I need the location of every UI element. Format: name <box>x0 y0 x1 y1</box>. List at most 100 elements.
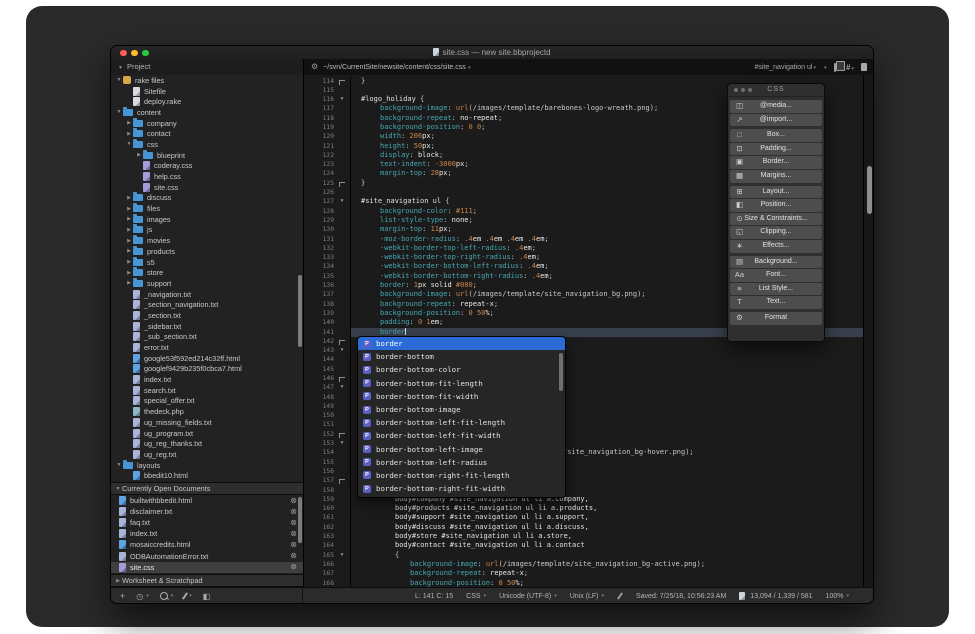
palette-button-background[interactable]: ▤Background... <box>730 256 822 269</box>
fold-open-icon[interactable]: ▼ <box>340 551 343 560</box>
autocomplete-item-border-bottom-right-fit-length[interactable]: Pborder-bottom-right-fit-length <box>358 469 565 482</box>
worksheet-header[interactable]: ▶Worksheet & Scratchpad <box>111 574 303 587</box>
fold-open-icon[interactable]: ▼ <box>340 439 343 448</box>
disclosure-triangle-icon[interactable]: ▶ <box>125 270 133 276</box>
disclosure-triangle-icon[interactable]: ▶ <box>135 152 143 158</box>
disclosure-triangle-icon[interactable]: ▶ <box>125 120 133 126</box>
disclosure-triangle-icon[interactable]: ▶ <box>114 578 122 584</box>
tree-item-ug-program-txt[interactable]: ug_program.txt <box>111 428 303 439</box>
counterparts-menu[interactable]: ▾ <box>834 64 840 71</box>
tree-item-files[interactable]: ▶files <box>111 203 303 214</box>
tree-item-site-css[interactable]: site.css <box>111 182 303 193</box>
tree-item-contact[interactable]: ▶contact <box>111 128 303 139</box>
tree-item-movies[interactable]: ▶movies <box>111 235 303 246</box>
tree-item-discuss[interactable]: ▶discuss <box>111 193 303 204</box>
tree-item-rake-files[interactable]: ▼rake files <box>111 75 303 86</box>
code-line-168[interactable]: 168background-position: 0 50%; <box>304 579 874 587</box>
tree-item-layouts[interactable]: ▼layouts <box>111 460 303 471</box>
palette-window-controls[interactable] <box>734 88 752 92</box>
open-document-disclaimer-txt[interactable]: disclaimer.txt⊗ <box>111 506 303 517</box>
code-line-162[interactable]: 162body#discuss #site_navigation ul li a… <box>304 523 874 532</box>
open-documents-header[interactable]: ▼Currently Open Documents <box>111 482 303 495</box>
palette-button-media[interactable]: ◫@media... <box>730 100 822 113</box>
fold-open-icon[interactable]: ▼ <box>340 383 343 392</box>
disclosure-triangle-icon[interactable]: ▼ <box>115 109 123 115</box>
open-document-builtwithbbedit-html[interactable]: builtwithbbedit.html⊗ <box>111 495 303 506</box>
tree-item-sub-section-txt[interactable]: _sub_section.txt <box>111 332 303 343</box>
search-menu[interactable]: ▾ <box>160 592 174 600</box>
encoding-menu[interactable]: Unicode (UTF-8)▾ <box>499 593 557 600</box>
autocomplete-scrollbar[interactable] <box>559 353 563 391</box>
autocomplete-item-border-bottom-color[interactable]: Pborder-bottom-color <box>358 363 565 376</box>
tree-item-ug-reg-txt[interactable]: ug_reg.txt <box>111 449 303 460</box>
markers-menu[interactable]: ▾ <box>184 592 192 600</box>
disclosure-triangle-icon[interactable]: ▶ <box>125 206 133 212</box>
tree-item-thedeck-php[interactable]: thedeck.php <box>111 406 303 417</box>
palette-button-import[interactable]: ↗@import... <box>730 114 822 127</box>
close-document-icon[interactable]: ⊗ <box>290 552 297 560</box>
code-line-163[interactable]: 163body#store #site_navigation ul li a.s… <box>304 532 874 541</box>
tree-item-support[interactable]: ▶support <box>111 278 303 289</box>
autocomplete-item-border-bottom-image[interactable]: Pborder-bottom-image <box>358 403 565 416</box>
includes-menu[interactable]: #▾ <box>846 63 854 72</box>
palette-button-font[interactable]: AaFont... <box>730 269 822 282</box>
fold-open-icon[interactable]: ▼ <box>340 95 343 104</box>
new-document-icon[interactable] <box>861 63 867 71</box>
tree-item-google53f592ed214c32ff-html[interactable]: google53f592ed214c32ff.html <box>111 353 303 364</box>
palette-button-margins[interactable]: ▦Margins... <box>730 170 822 183</box>
autocomplete-item-border-bottom-fit-width[interactable]: Pborder-bottom-fit-width <box>358 390 565 403</box>
palette-button-list-style[interactable]: ≡List Style... <box>730 283 822 296</box>
current-symbol-menu[interactable]: #site_navigation ul▾ <box>754 64 816 71</box>
tree-item-navigation-txt[interactable]: _navigation.txt <box>111 289 303 300</box>
disclosure-triangle-icon[interactable]: ▼ <box>125 141 133 147</box>
autocomplete-item-border-bottom-left-image[interactable]: Pborder-bottom-left-image <box>358 443 565 456</box>
tree-item-blueprint[interactable]: ▶blueprint <box>111 150 303 161</box>
disclosure-triangle-icon[interactable]: ▼ <box>118 65 123 71</box>
tree-item-error-txt[interactable]: error.txt <box>111 342 303 353</box>
code-line-161[interactable]: 161body#support #site_navigation ul li a… <box>304 513 874 522</box>
editor-scrollbar-track[interactable] <box>863 75 874 587</box>
sidebar-toggle[interactable]: ◧ <box>203 592 211 601</box>
project-header[interactable]: ▼Project <box>111 59 304 75</box>
autocomplete-item-border[interactable]: Pborder <box>358 337 565 350</box>
fold-open-icon[interactable]: ▼ <box>340 346 343 355</box>
palette-title-bar[interactable]: CSS <box>728 84 824 97</box>
disclosure-triangle-icon[interactable]: ▶ <box>125 227 133 233</box>
autocomplete-item-border-bottom[interactable]: Pborder-bottom <box>358 350 565 363</box>
tree-item-deploy-rake[interactable]: deploy.rake <box>111 96 303 107</box>
open-document-index-txt[interactable]: index.txt⊗ <box>111 528 303 539</box>
open-document-odbautomationerror-txt[interactable]: ODBAutomationError.txt⊗ <box>111 550 303 561</box>
language-menu[interactable]: CSS▾ <box>466 593 486 600</box>
close-document-icon[interactable]: ⊗ <box>290 541 297 549</box>
open-document-site-css[interactable]: site.css⊗ <box>111 562 303 573</box>
palette-button-text[interactable]: TText... <box>730 296 822 309</box>
tree-item-section-navigation-txt[interactable]: _section_navigation.txt <box>111 299 303 310</box>
tree-item-special-offer-txt[interactable]: special_offer.txt <box>111 396 303 407</box>
palette-button-format[interactable]: ⚙Format <box>730 312 822 325</box>
palette-button-padding[interactable]: ⊡Padding... <box>730 143 822 156</box>
tree-item-ug-reg-thanks-txt[interactable]: ug_reg_thanks.txt <box>111 438 303 449</box>
add-button[interactable]: + <box>120 592 125 601</box>
disclosure-triangle-icon[interactable]: ▶ <box>125 248 133 254</box>
palette-button-box[interactable]: □Box... <box>730 129 822 142</box>
tree-item-help-css[interactable]: help.css <box>111 171 303 182</box>
open-documents-scrollbar[interactable] <box>298 497 302 543</box>
code-line-160[interactable]: 160body#products #site_navigation ul li … <box>304 504 874 513</box>
tree-item-googlef9429b235f0cbca7-html[interactable]: googlef9429b235f0cbca7.html <box>111 364 303 375</box>
palette-button-layout[interactable]: ⊞Layout... <box>730 186 822 199</box>
close-document-icon[interactable]: ⊗ <box>290 530 297 538</box>
tree-item-section-txt[interactable]: _section.txt <box>111 310 303 321</box>
autocomplete-item-border-bottom-left-radius[interactable]: Pborder-bottom-left-radius <box>358 456 565 469</box>
disclosure-triangle-icon[interactable]: ▶ <box>125 238 133 244</box>
tree-item-sidebar-txt[interactable]: _sidebar.txt <box>111 321 303 332</box>
tree-item-images[interactable]: ▶images <box>111 214 303 225</box>
code-line-166[interactable]: 166background-image: url(/images/templat… <box>304 560 874 569</box>
title-bar[interactable]: site.css — new site.bbprojectd <box>111 46 873 60</box>
palette-button-clipping[interactable]: ◱Clipping... <box>730 226 822 239</box>
palette-button-effects[interactable]: ∗Effects... <box>730 240 822 253</box>
code-line-164[interactable]: 164body#contact #site_navigation ul li a… <box>304 541 874 550</box>
palette-button-size-constraints[interactable]: ⊙Size & Constraints... <box>730 213 822 226</box>
editor-scrollbar-thumb[interactable] <box>867 166 872 214</box>
zoom-menu[interactable]: 100%▾ <box>826 593 849 600</box>
close-document-icon[interactable]: ⊗ <box>290 519 297 527</box>
